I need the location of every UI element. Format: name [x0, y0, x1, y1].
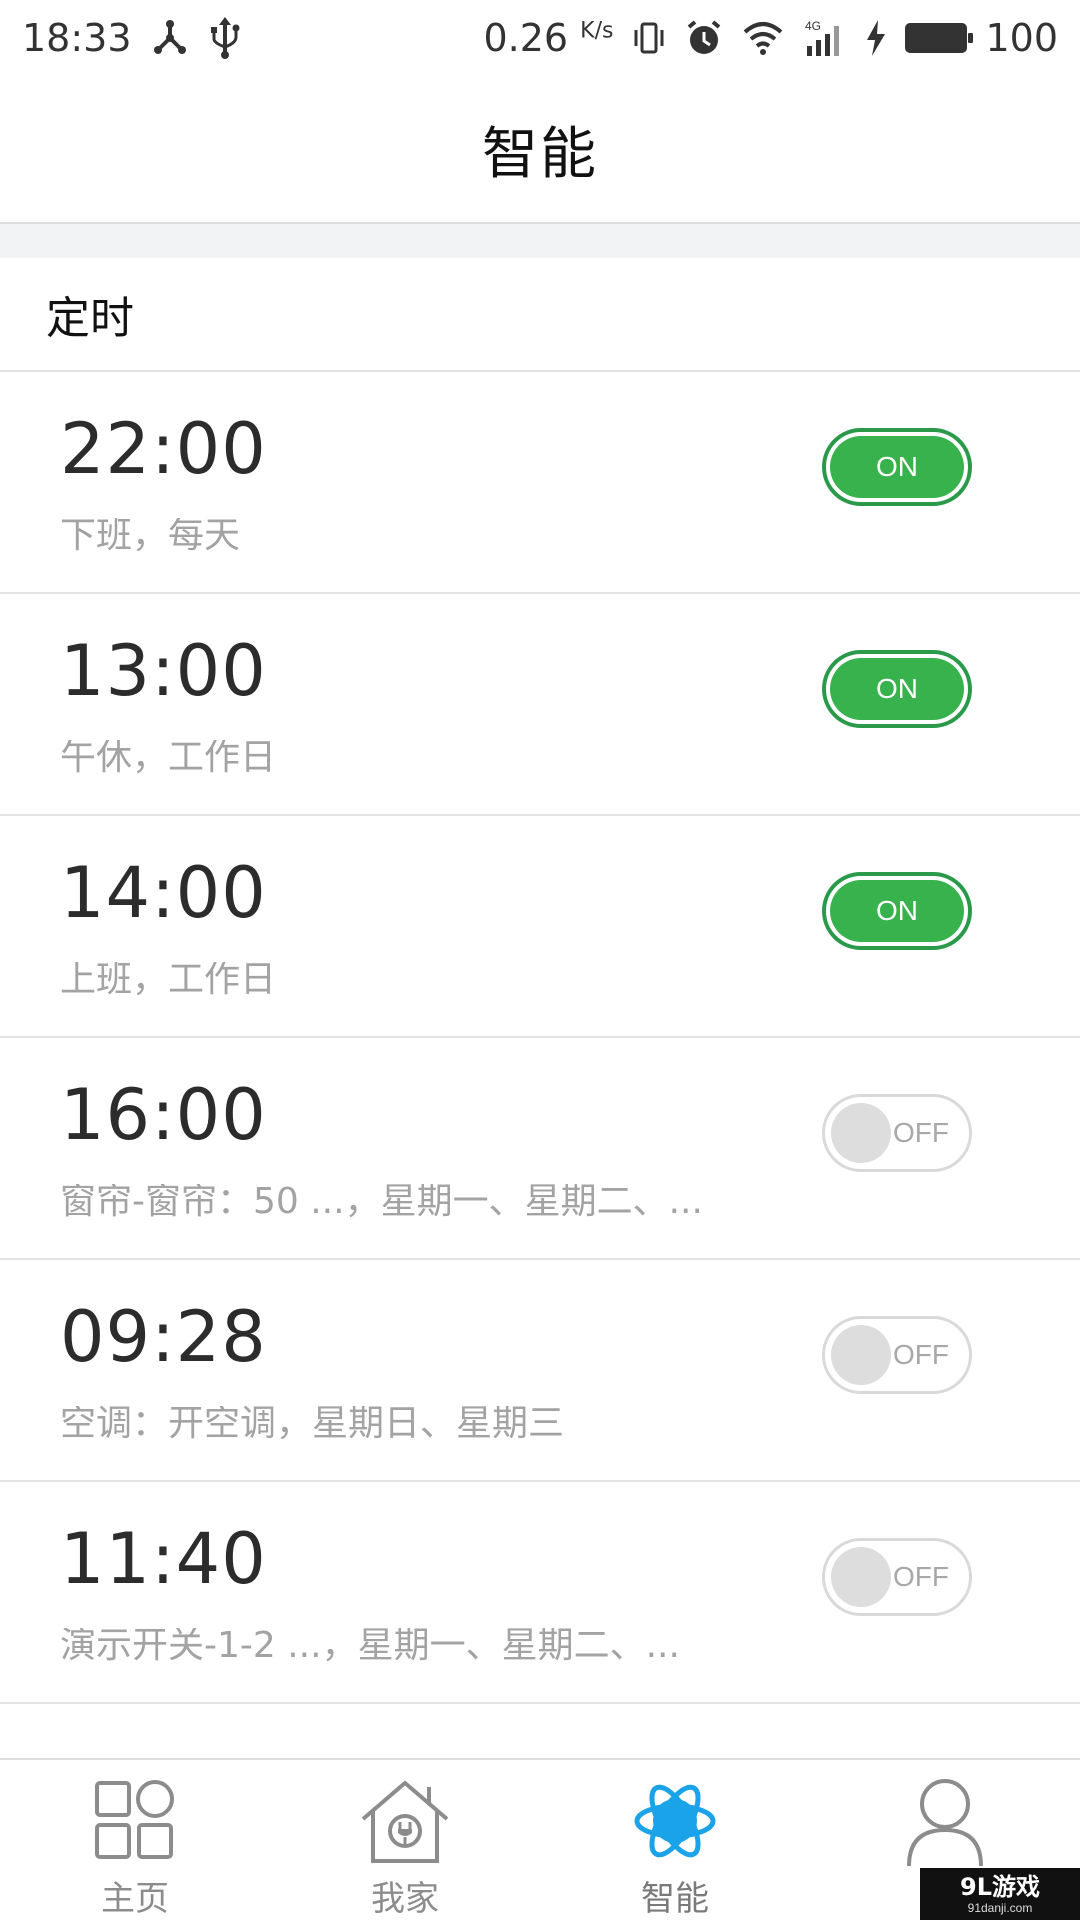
toggle-label: OFF [893, 1117, 949, 1148]
vibrate-icon [631, 20, 667, 56]
nav-item-smart[interactable]: 智能 [540, 1760, 810, 1920]
timer-row[interactable]: 16:00 窗帘-窗帘：50 ...，星期一、星期二、... OFF [0, 1038, 1080, 1260]
person-icon [903, 1776, 987, 1866]
bottom-nav: 主页 我家 智能 [0, 1758, 1080, 1920]
share-icon [150, 18, 190, 58]
timer-row[interactable]: 14:00 上班，工作日 ON [0, 816, 1080, 1038]
nav-label-home: 主页 [101, 1879, 169, 1919]
alarm-icon [685, 19, 723, 57]
timer-description: 演示开关-1-2 ...，星期一、星期二、... [60, 1628, 680, 1664]
toggle-label: OFF [893, 1339, 949, 1370]
grid-home-icon [93, 1776, 177, 1865]
timer-time: 16:00 [60, 1074, 267, 1156]
app-screen: 18:33 0.26 K/s 4G 100 智能 定时 22:00 下班，每天 … [0, 0, 1080, 1920]
timer-description: 窗帘-窗帘：50 ...，星期一、星期二、... [60, 1184, 703, 1220]
toggle-label: ON [876, 895, 918, 926]
net-speed: 0.26 K/s [483, 16, 614, 60]
timer-row[interactable]: 11:40 演示开关-1-2 ...，星期一、星期二、... OFF [0, 1482, 1080, 1704]
nav-label-smart: 智能 [641, 1879, 709, 1919]
toggle-knob [831, 1325, 891, 1385]
atom-smart-icon [633, 1776, 717, 1865]
toggle-label: ON [876, 673, 918, 704]
charging-icon [865, 20, 887, 56]
toggle-label: OFF [893, 1561, 949, 1592]
timer-description: 下班，每天 [60, 518, 241, 554]
page-title: 智能 [482, 121, 598, 187]
watermark-sub: 91danji.com [967, 1900, 1033, 1915]
section-title-timers: 定时 [0, 258, 1080, 372]
wifi-icon [741, 20, 785, 56]
status-time: 18:33 [22, 16, 132, 60]
timer-list: 22:00 下班，每天 ON 13:00 午休，工作日 ON 14:00 上班，… [0, 372, 1080, 1704]
timer-description: 午休，工作日 [60, 740, 277, 776]
timer-toggle-on[interactable]: ON [822, 872, 972, 950]
nav-label-my-home: 我家 [371, 1879, 439, 1919]
timer-time: 13:00 [60, 630, 267, 712]
toggle-label: ON [876, 451, 918, 482]
timer-time: 09:28 [60, 1296, 267, 1378]
site-watermark: 9L游戏 91danji.com [920, 1868, 1080, 1920]
battery-icon [905, 23, 974, 53]
timer-row[interactable]: 22:00 下班，每天 ON [0, 372, 1080, 594]
timer-description: 空调：开空调，星期日、星期三 [60, 1406, 565, 1442]
nav-item-my-home[interactable]: 我家 [270, 1760, 540, 1920]
toggle-knob [831, 1547, 891, 1607]
svg-text:4G: 4G [805, 19, 821, 33]
timer-time: 11:40 [60, 1518, 267, 1600]
timer-time: 14:00 [60, 852, 267, 934]
timer-row[interactable]: 13:00 午休，工作日 ON [0, 594, 1080, 816]
section-divider [0, 224, 1080, 258]
timer-toggle-on[interactable]: ON [822, 650, 972, 728]
house-plug-icon [357, 1776, 453, 1865]
toggle-knob [831, 1103, 891, 1163]
signal-icon: 4G [803, 18, 847, 58]
timer-toggle-off[interactable]: OFF [822, 1094, 972, 1172]
nav-item-home[interactable]: 主页 [0, 1760, 270, 1920]
usb-icon [208, 17, 242, 59]
timer-time: 22:00 [60, 408, 267, 490]
timer-row[interactable]: 09:28 空调：开空调，星期日、星期三 OFF [0, 1260, 1080, 1482]
watermark-main: 9L游戏 [960, 1872, 1040, 1901]
status-bar: 18:33 0.26 K/s 4G 100 [0, 0, 1080, 76]
timer-toggle-off[interactable]: OFF [822, 1316, 972, 1394]
timer-description: 上班，工作日 [60, 962, 277, 998]
battery-level: 100 [985, 16, 1058, 60]
app-header: 智能 [0, 76, 1080, 224]
timer-toggle-on[interactable]: ON [822, 428, 972, 506]
timer-toggle-off[interactable]: OFF [822, 1538, 972, 1616]
